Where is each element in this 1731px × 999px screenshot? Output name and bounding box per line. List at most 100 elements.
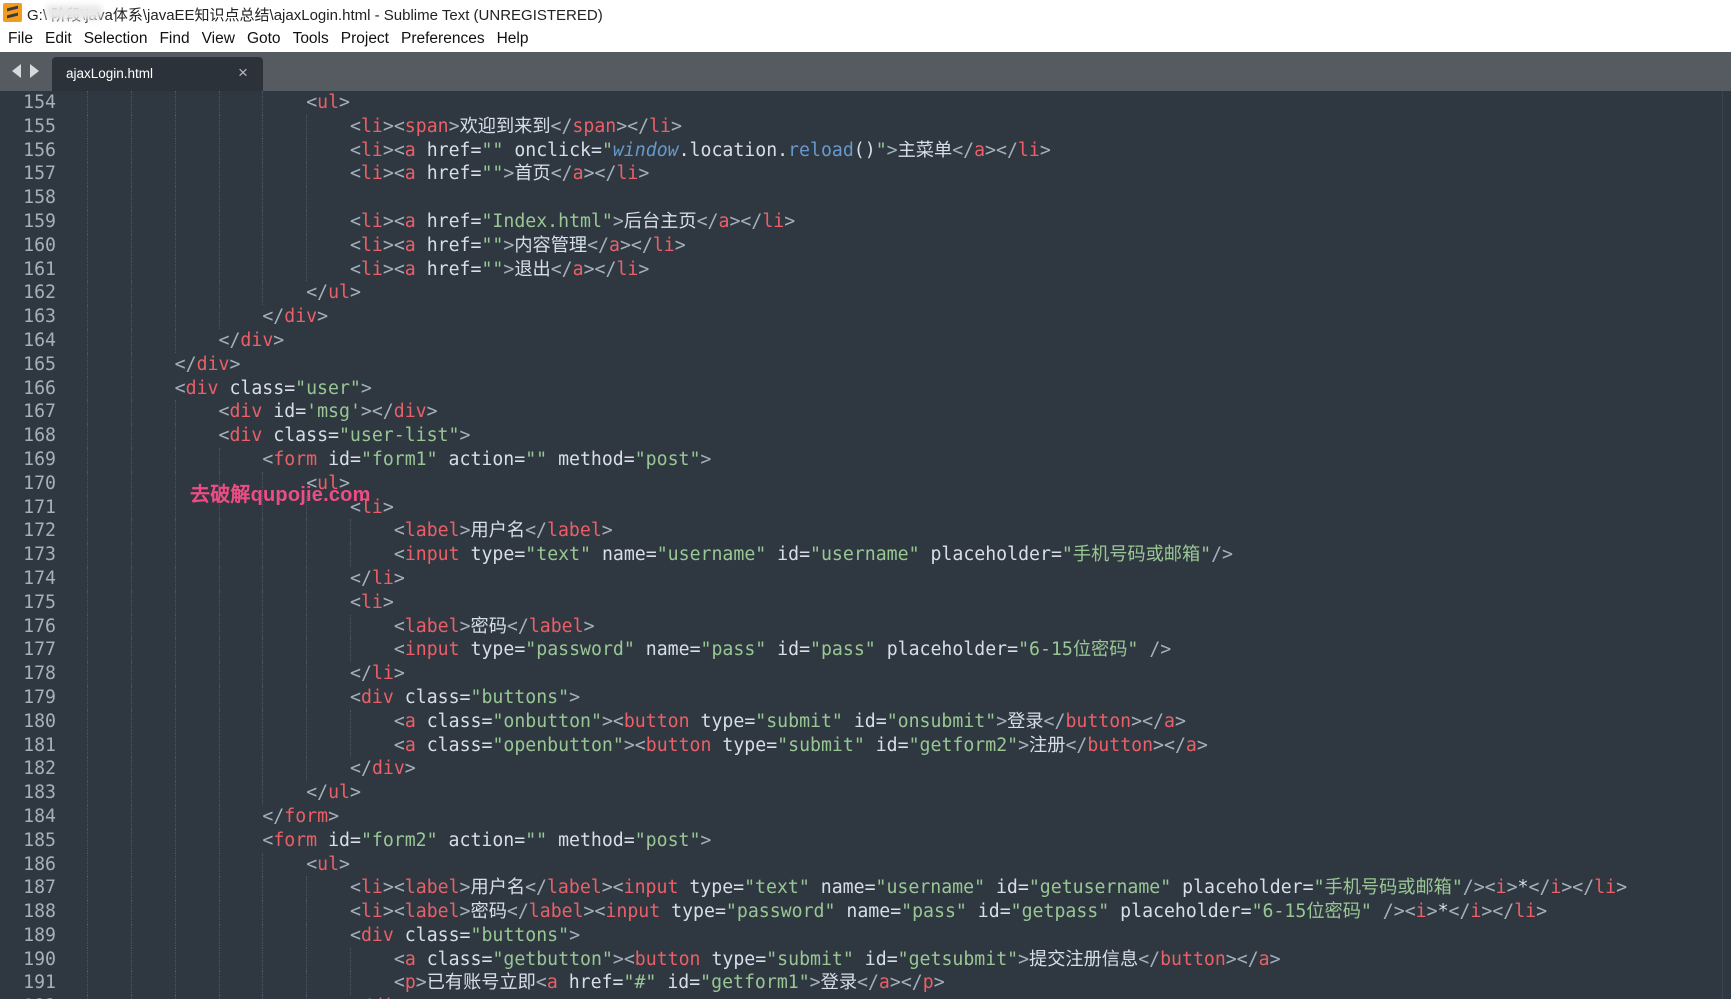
code-string: "onsubmit" — [886, 710, 997, 732]
code-operator: = — [897, 734, 909, 756]
code-js-property: .location. — [678, 139, 789, 161]
indent-guide — [218, 709, 220, 734]
line-number: 169 — [23, 448, 56, 470]
indent-guide — [218, 590, 220, 615]
line-code: <ul> — [306, 853, 350, 877]
line-code: </div> — [350, 757, 416, 781]
scrollbar-track[interactable] — [1722, 91, 1723, 999]
code-editor[interactable]: 154 <ul> 155 <li><span>欢迎到来到</span></li> 156… — [0, 91, 1731, 999]
code-string: "buttons" — [470, 924, 570, 946]
code-punctuation: ></ — [360, 401, 394, 423]
line-number: 184 — [23, 805, 56, 827]
indent-guide — [87, 424, 88, 448]
line-code: </li> — [350, 567, 405, 591]
code-tag: li — [360, 210, 383, 232]
indent-guide — [174, 447, 176, 472]
menu-selection[interactable]: Selection — [78, 26, 154, 52]
code-operator: = — [689, 639, 701, 661]
indent-guide — [130, 376, 132, 401]
tab-ajaxlogin-html[interactable]: ajaxLogin.html × — [52, 57, 263, 91]
code-punctuation: > — [674, 234, 686, 256]
menu-edit[interactable]: Edit — [39, 26, 78, 52]
code-tag: li — [360, 258, 383, 280]
indent-guide — [174, 876, 176, 901]
code-operator: = — [470, 234, 482, 256]
indent-guide — [306, 566, 308, 591]
code-attribute: id — [875, 734, 898, 756]
line-number: 165 — [23, 353, 56, 375]
code-text: * — [1437, 901, 1449, 923]
code-operator: = — [714, 901, 726, 923]
code-punctuation: >< — [382, 210, 405, 232]
code-string: "getpass" — [1010, 901, 1110, 923]
code-punctuation: > — [886, 139, 898, 161]
line-number: 168 — [23, 425, 56, 447]
code-tag: a — [974, 139, 986, 161]
indent-guide — [218, 138, 220, 163]
code-attribute: id — [777, 544, 800, 566]
indent-guide — [306, 995, 308, 999]
menu-preferences[interactable]: Preferences — [395, 26, 491, 52]
code-tag: button — [1087, 734, 1154, 756]
menu-tools[interactable]: Tools — [287, 26, 335, 52]
line-code: <p>已有账号立即<a href="#" id="getform1">登录</a… — [394, 971, 945, 995]
code-line: 192 </div> — [0, 995, 1731, 999]
menu-find[interactable]: Find — [153, 26, 195, 52]
triangle-right-icon[interactable] — [30, 64, 39, 78]
indent-guide — [174, 162, 176, 187]
triangle-left-icon[interactable] — [12, 64, 21, 78]
menu-view[interactable]: View — [196, 26, 241, 52]
code-punctuation: </ — [506, 901, 529, 923]
code-punctuation: </ — [1528, 877, 1551, 899]
indent-guide — [87, 543, 88, 567]
code-tag: a — [572, 258, 584, 280]
redacted-path-segment — [46, 5, 102, 20]
code-punctuation: < — [350, 234, 361, 256]
menu-goto[interactable]: Goto — [241, 26, 287, 52]
line-number: 156 — [23, 139, 56, 161]
indent-guide — [218, 804, 220, 829]
close-icon[interactable]: × — [238, 63, 248, 83]
code-string: "user" — [295, 377, 361, 399]
indent-guide — [174, 495, 176, 520]
code-tag: li — [360, 115, 383, 137]
indent-guide — [87, 566, 88, 591]
code-tag: a — [404, 734, 416, 756]
line-code: <li><label>用户名</label><input type="text"… — [350, 876, 1627, 900]
code-punctuation: ></ — [616, 115, 650, 137]
code-tag: div — [284, 306, 318, 328]
indent-guide — [130, 424, 132, 448]
code-string: "getform1" — [700, 972, 810, 994]
indent-guide — [218, 91, 220, 115]
code-attribute: action — [448, 448, 515, 470]
line-number: 160 — [23, 234, 56, 256]
line-code: <label>用户名</label> — [394, 519, 613, 543]
code-punctuation: < — [350, 163, 361, 185]
code-attribute: href — [568, 972, 613, 994]
menu-file[interactable]: File — [2, 26, 39, 52]
indent-guide — [174, 543, 176, 567]
indent-guide — [130, 186, 132, 210]
indent-guide — [87, 91, 88, 115]
code-string: "" — [481, 234, 504, 256]
indent-guide — [130, 400, 132, 425]
code-string: "Index.html" — [481, 210, 613, 232]
code-attribute: class — [229, 377, 285, 399]
line-number: 186 — [23, 853, 56, 875]
menu-help[interactable]: Help — [491, 26, 535, 52]
line-code: <li><a href="">内容管理</a></li> — [350, 234, 686, 258]
code-attribute: name — [601, 544, 646, 566]
code-string: "" — [525, 448, 548, 470]
indent-guide — [130, 257, 132, 282]
code-string: "submit" — [755, 710, 843, 732]
code-tag: a — [609, 234, 620, 256]
line-code: <li><a href="" onclick="window.location.… — [350, 139, 1051, 163]
menu-project[interactable]: Project — [335, 26, 395, 52]
code-attribute: href — [426, 163, 471, 185]
code-operator: = — [1240, 901, 1252, 923]
code-text: 首页 — [514, 163, 551, 185]
indent-guide — [130, 209, 132, 234]
code-attribute: class — [273, 425, 329, 447]
